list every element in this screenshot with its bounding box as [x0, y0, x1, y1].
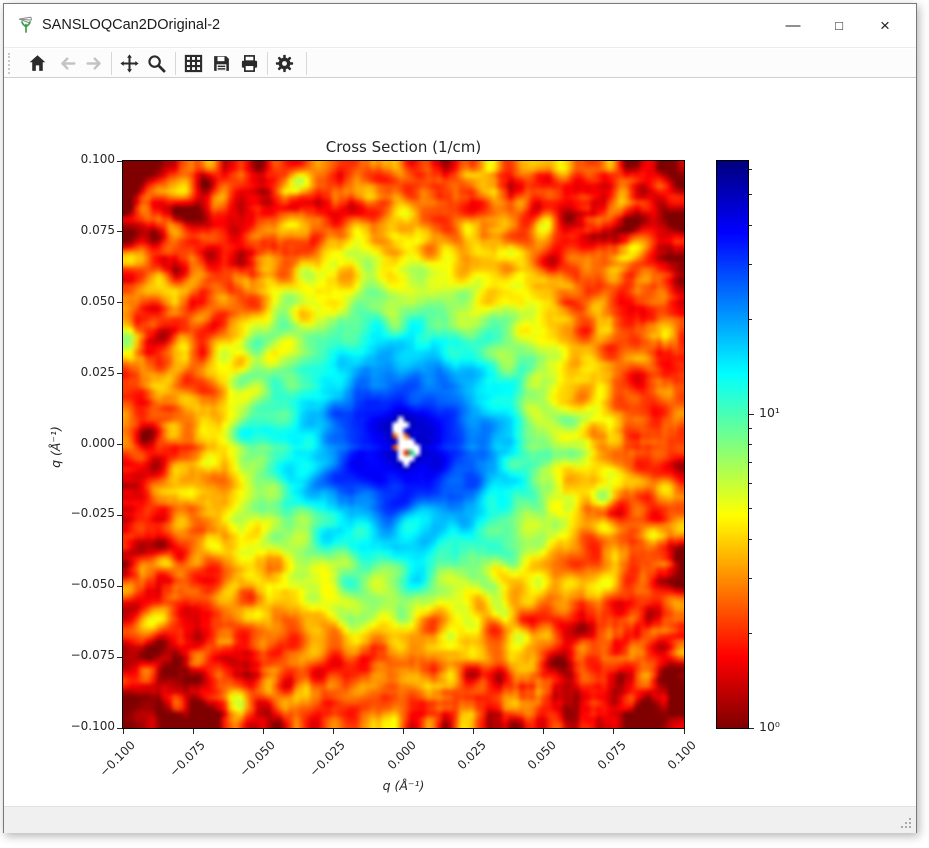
y-tick-mark [117, 586, 122, 587]
x-tick-label: 0.050 [524, 738, 558, 772]
colorbar-minor-tick [749, 169, 752, 170]
colorbar-tick-label: 10¹ [759, 405, 780, 420]
colorbar-minor-tick [749, 462, 752, 463]
x-tick-mark [684, 729, 685, 734]
y-tick-mark [117, 728, 122, 729]
minimize-button[interactable]: — [774, 4, 812, 47]
toolbar-button-save[interactable] [207, 50, 235, 77]
y-tick-label: 0.075 [53, 223, 115, 237]
toolbar-button-forward[interactable] [80, 50, 108, 77]
x-tick-mark [263, 729, 264, 734]
window-title: SANSLOQCan2DOriginal-2 [42, 17, 220, 33]
floppy-disk-icon [212, 54, 231, 73]
x-tick-mark [613, 729, 614, 734]
colorbar-minor-tick [749, 578, 752, 579]
x-tick-mark [123, 729, 124, 734]
toolbar-button-subplots[interactable] [179, 50, 207, 77]
toolbar-button-print[interactable] [235, 50, 263, 77]
y-tick-mark [117, 231, 122, 232]
arrow-left-icon [58, 54, 77, 73]
toolbar-separator [111, 52, 112, 75]
x-tick-label: −0.025 [307, 738, 348, 779]
page-title: Cross Section (1/cm) [123, 138, 684, 156]
y-tick-label: −0.025 [53, 506, 115, 520]
plot-window: SANSLOQCan2DOriginal-2 — □ × [3, 3, 917, 833]
y-tick-label: 0.025 [53, 365, 115, 379]
toolbar-button-pan[interactable] [115, 50, 143, 77]
toolbar-button-settings[interactable] [270, 50, 298, 77]
y-tick-label: −0.050 [53, 577, 115, 591]
gear-icon [275, 54, 294, 73]
toolbar-drag-handle[interactable] [8, 53, 11, 74]
colorbar-minor-tick [749, 194, 752, 195]
toolbar-separator [306, 52, 307, 75]
heatmap-plot[interactable] [123, 161, 684, 728]
x-tick-mark [193, 729, 194, 734]
y-tick-label: −0.100 [53, 719, 115, 733]
y-tick-mark [117, 515, 122, 516]
y-tick-mark [117, 657, 122, 658]
colorbar-minor-tick [749, 428, 752, 429]
printer-icon [240, 54, 259, 73]
x-tick-label: 0.075 [595, 738, 629, 772]
figure-canvas: Cross Section (1/cm) q (Å⁻¹) q (Å⁻¹) 0.1… [4, 79, 916, 806]
x-tick-mark [403, 729, 404, 734]
y-tick-mark [117, 373, 122, 374]
y-tick-mark [117, 302, 122, 303]
x-tick-label: 0.100 [665, 738, 699, 772]
colorbar-tick-label: 10⁰ [759, 719, 780, 734]
y-tick-mark [117, 444, 122, 445]
x-tick-label: −0.075 [167, 738, 208, 779]
colorbar-major-tick [749, 728, 754, 729]
colorbar-minor-tick [749, 444, 752, 445]
colorbar-minor-tick [749, 633, 752, 634]
grid-icon [184, 54, 203, 73]
colorbar-minor-tick [749, 319, 752, 320]
colorbar-minor-tick [749, 264, 752, 265]
x-axis-label: q (Å⁻¹) [123, 778, 684, 793]
x-tick-mark [543, 729, 544, 734]
x-tick-mark [333, 729, 334, 734]
colorbar [717, 161, 748, 728]
maximize-button[interactable]: □ [820, 4, 858, 47]
y-tick-label: −0.075 [53, 648, 115, 662]
x-tick-label: −0.050 [237, 738, 278, 779]
status-bar [4, 806, 916, 833]
toolbar-separator [175, 52, 176, 75]
resize-grip-icon[interactable] [900, 817, 913, 830]
magnifier-icon [147, 54, 166, 73]
close-button[interactable]: × [866, 4, 904, 47]
x-tick-label: −0.100 [97, 738, 138, 779]
titlebar[interactable]: SANSLOQCan2DOriginal-2 — □ × [4, 4, 916, 48]
toolbar-button-zoom[interactable] [142, 50, 170, 77]
toolbar-button-home[interactable] [23, 50, 51, 77]
app-icon [16, 15, 36, 35]
x-tick-mark [473, 729, 474, 734]
colorbar-minor-tick [749, 508, 752, 509]
x-tick-label: 0.000 [384, 738, 418, 772]
y-tick-label: 0.100 [53, 152, 115, 166]
home-icon [28, 54, 47, 73]
y-tick-mark [117, 161, 122, 162]
colorbar-minor-tick [749, 539, 752, 540]
y-tick-label: 0.050 [53, 294, 115, 308]
navigation-toolbar [4, 49, 916, 78]
toolbar-button-back[interactable] [53, 50, 81, 77]
pan-arrows-icon [120, 54, 139, 73]
toolbar-separator [267, 52, 268, 75]
arrow-right-icon [85, 54, 104, 73]
colorbar-major-tick [749, 414, 754, 415]
y-tick-label: 0.000 [53, 436, 115, 450]
colorbar-minor-tick [749, 483, 752, 484]
x-tick-label: 0.025 [454, 738, 488, 772]
colorbar-minor-tick [749, 225, 752, 226]
